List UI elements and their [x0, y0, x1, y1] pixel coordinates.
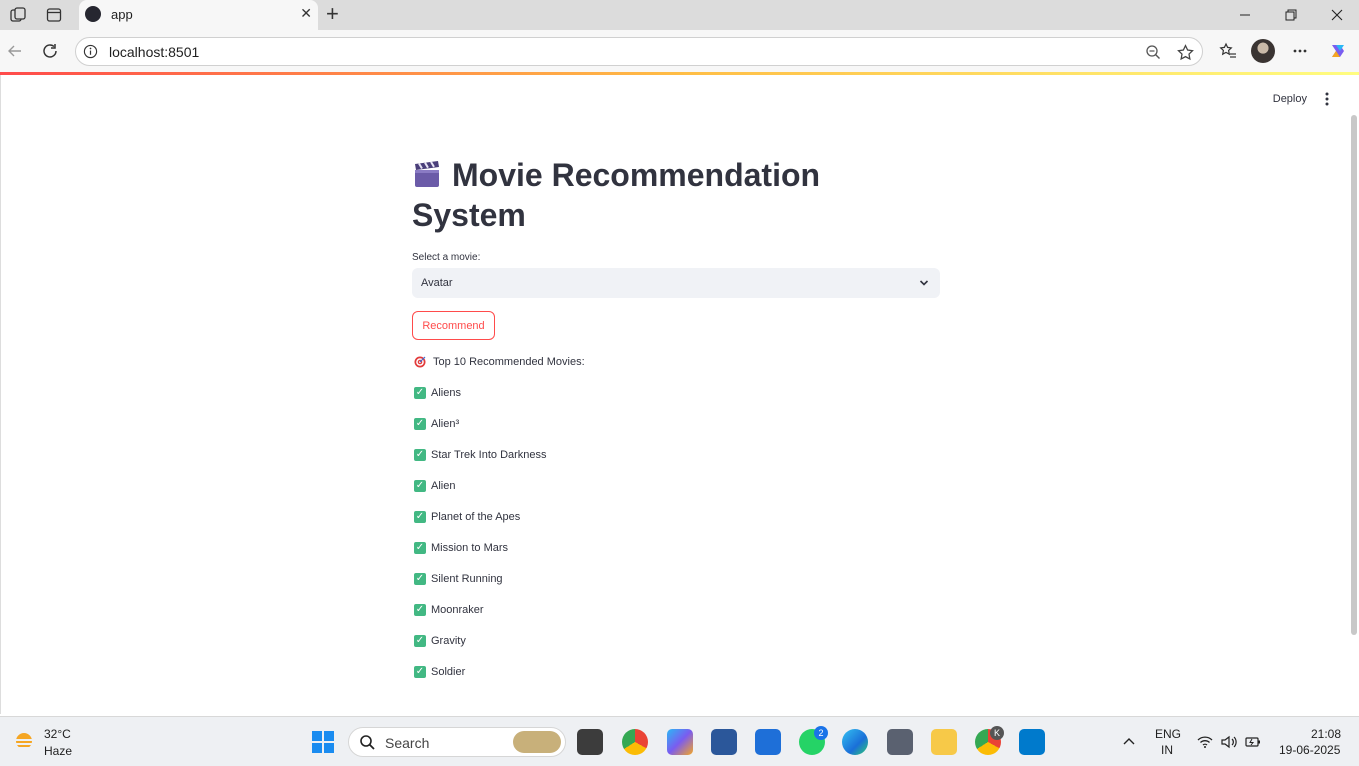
- checkmark-icon: ✓: [414, 666, 426, 678]
- volume-icon[interactable]: [1221, 735, 1237, 749]
- movie-select-value: Avatar: [421, 277, 453, 289]
- word-icon[interactable]: [711, 729, 737, 755]
- checkmark-icon: ✓: [414, 449, 426, 461]
- app-page: Deploy Movie Recommendation System Selec…: [0, 75, 1359, 714]
- close-tab-icon[interactable]: ✕: [300, 5, 312, 22]
- movie-title: Planet of the Apes: [431, 511, 521, 523]
- windows-start-icon[interactable]: [312, 731, 334, 753]
- workspaces-icon[interactable]: [8, 5, 28, 25]
- target-icon: [414, 356, 426, 368]
- url-text: localhost:8501: [109, 44, 200, 60]
- movie-title: Alien: [431, 480, 456, 492]
- movie-title: Aliens: [431, 387, 461, 399]
- chevron-up-icon[interactable]: [1122, 735, 1136, 749]
- taskbar-search[interactable]: Search: [348, 727, 566, 757]
- camera-icon[interactable]: [887, 729, 913, 755]
- checkmark-icon: ✓: [414, 635, 426, 647]
- search-icon: [360, 735, 375, 750]
- whatsapp-badge: 2: [814, 726, 828, 740]
- clapperboard-icon: [415, 161, 439, 187]
- tab-title: app: [111, 7, 133, 22]
- language-code[interactable]: ENG: [1155, 727, 1181, 741]
- copilot-app-icon[interactable]: [667, 729, 693, 755]
- zoom-icon[interactable]: [1144, 43, 1162, 61]
- browser-tab[interactable]: app ✕: [79, 0, 318, 30]
- movie-title: Silent Running: [431, 573, 503, 585]
- results-heading: Top 10 Recommended Movies:: [412, 355, 940, 369]
- back-icon[interactable]: [3, 39, 27, 63]
- checkmark-icon: ✓: [414, 480, 426, 492]
- page-scrollbar[interactable]: [1351, 115, 1357, 635]
- checkmark-icon: ✓: [414, 604, 426, 616]
- chrome-icon[interactable]: [622, 729, 648, 755]
- movie-title: Alien³: [431, 418, 460, 430]
- browser-toolbar: localhost:8501: [0, 30, 1359, 72]
- streamlit-favicon-icon: [85, 6, 101, 22]
- vscode-icon[interactable]: [1019, 729, 1045, 755]
- movie-title: Star Trek Into Darkness: [431, 449, 547, 461]
- clock-date[interactable]: 19-06-2025: [1279, 743, 1340, 757]
- site-info-icon[interactable]: [83, 44, 98, 59]
- new-tab-icon[interactable]: +: [326, 3, 339, 25]
- list-item: ✓ Gravity: [412, 634, 940, 648]
- taskbar: 32°C Haze Search 2 K ENG IN 21:08 19-06-…: [0, 716, 1359, 766]
- movie-title: Moonraker: [431, 604, 484, 616]
- battery-icon[interactable]: [1245, 735, 1261, 749]
- favorite-star-icon[interactable]: [1176, 43, 1194, 61]
- recommendation-list: ✓ Aliens ✓ Alien³ ✓ Star Trek Into Darkness…: [412, 386, 940, 679]
- edge-icon[interactable]: [842, 729, 868, 755]
- close-window-icon[interactable]: [1326, 5, 1348, 25]
- movie-title: Soldier: [431, 666, 466, 678]
- clock-time[interactable]: 21:08: [1311, 727, 1341, 741]
- list-item: ✓ Soldier: [412, 665, 940, 679]
- haze-weather-icon[interactable]: [12, 730, 36, 754]
- list-item: ✓ Mission to Mars: [412, 541, 940, 555]
- restore-icon[interactable]: [1280, 5, 1302, 25]
- profile-avatar[interactable]: [1251, 39, 1275, 63]
- list-item: ✓ Silent Running: [412, 572, 940, 586]
- favorites-icon[interactable]: [1216, 39, 1240, 63]
- checkmark-icon: ✓: [414, 387, 426, 399]
- notepad-icon[interactable]: [755, 729, 781, 755]
- chevron-down-icon: [919, 280, 929, 286]
- tab-actions-icon[interactable]: [44, 5, 64, 25]
- deploy-button[interactable]: Deploy: [1273, 93, 1307, 105]
- recommend-button[interactable]: Recommend: [412, 311, 495, 340]
- file-explorer-icon[interactable]: [931, 729, 957, 755]
- main-menu-icon[interactable]: [1321, 90, 1333, 108]
- task-view-icon[interactable]: [577, 729, 603, 755]
- address-bar[interactable]: localhost:8501: [75, 37, 1203, 66]
- list-item: ✓ Aliens: [412, 386, 940, 400]
- refresh-icon[interactable]: [38, 39, 62, 63]
- checkmark-icon: ✓: [414, 511, 426, 523]
- minimize-icon[interactable]: [1234, 5, 1256, 25]
- checkmark-icon: ✓: [414, 418, 426, 430]
- list-item: ✓ Moonraker: [412, 603, 940, 617]
- movie-title: Mission to Mars: [431, 542, 509, 554]
- browser-tab-strip: app ✕ +: [0, 0, 1359, 30]
- list-item: ✓ Alien: [412, 479, 940, 493]
- search-placeholder: Search: [385, 735, 430, 751]
- more-options-icon[interactable]: [1288, 39, 1312, 63]
- list-item: ✓ Star Trek Into Darkness: [412, 448, 940, 462]
- results-heading-text: Top 10 Recommended Movies:: [433, 356, 585, 368]
- movie-title: Gravity: [431, 635, 466, 647]
- chrome-profile-badge: K: [990, 726, 1004, 740]
- wifi-icon[interactable]: [1197, 735, 1213, 749]
- page-title-text: Movie Recommendation System: [412, 157, 821, 233]
- copilot-icon[interactable]: [1326, 39, 1350, 63]
- list-item: ✓ Alien³: [412, 417, 940, 431]
- checkmark-icon: ✓: [414, 573, 426, 585]
- list-item: ✓ Planet of the Apes: [412, 510, 940, 524]
- checkmark-icon: ✓: [414, 542, 426, 554]
- language-region[interactable]: IN: [1161, 743, 1173, 757]
- movie-select[interactable]: Avatar: [412, 268, 940, 298]
- page-title: Movie Recommendation System: [412, 155, 852, 235]
- weather-temp: 32°C: [44, 727, 71, 741]
- select-label: Select a movie:: [412, 252, 481, 263]
- main-content: Movie Recommendation System Select a mov…: [412, 155, 940, 679]
- weather-desc: Haze: [44, 744, 73, 758]
- search-highlight-image: [513, 731, 561, 753]
